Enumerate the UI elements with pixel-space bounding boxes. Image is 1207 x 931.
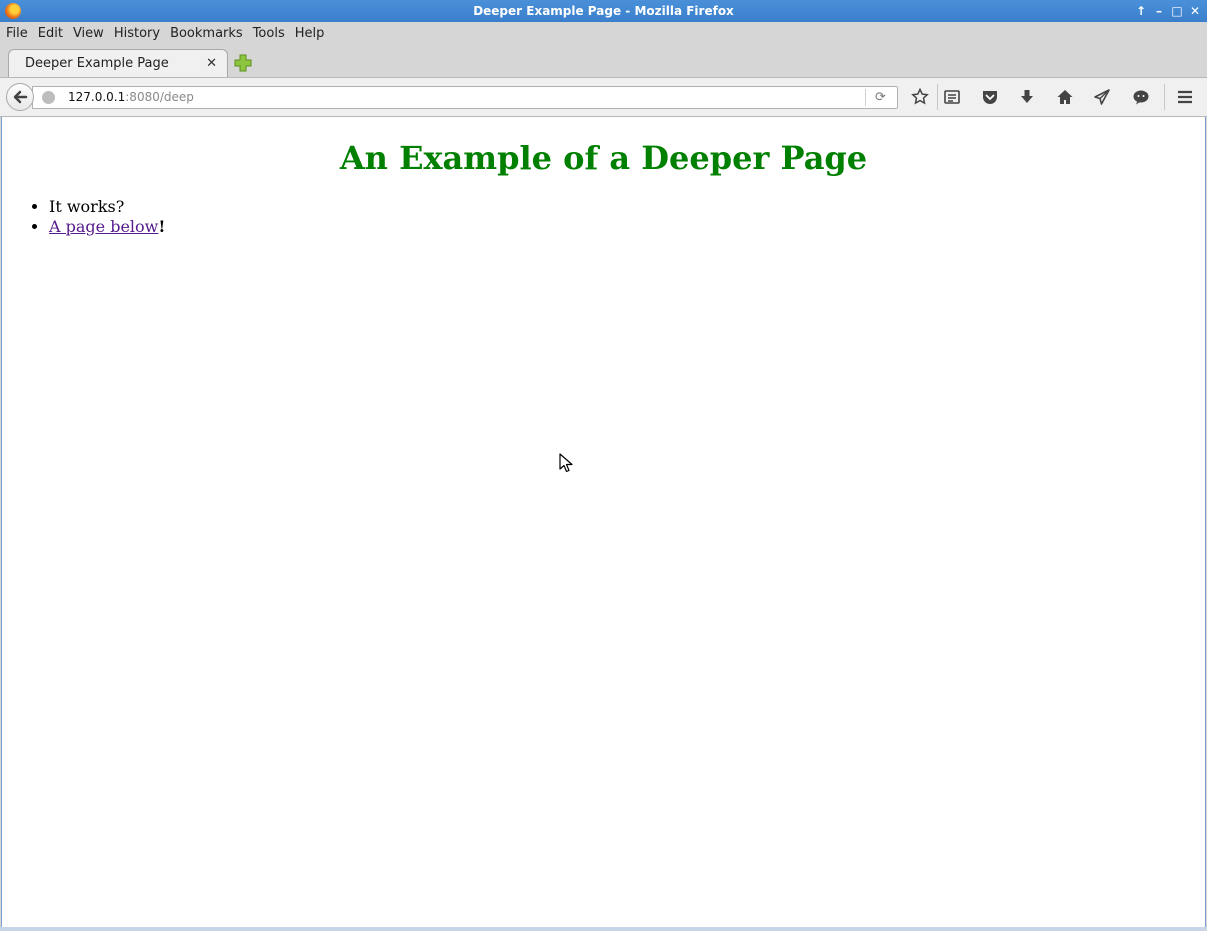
menu-bar: File Edit View History Bookmarks Tools H… <box>0 22 1207 46</box>
toolbar-separator <box>937 84 938 110</box>
window-title: Deeper Example Page - Mozilla Firefox <box>473 4 734 18</box>
list-item: A page below! <box>49 217 165 237</box>
list-item-text: It works? <box>49 197 125 216</box>
minimize-icon[interactable]: – <box>1153 4 1165 18</box>
tab-close-icon[interactable]: ✕ <box>206 50 217 77</box>
chat-icon[interactable] <box>1132 88 1150 106</box>
new-tab-icon[interactable] <box>234 54 252 72</box>
url-separator <box>865 89 866 106</box>
tab-label: Deeper Example Page <box>25 56 169 71</box>
tab-strip: Deeper Example Page ✕ <box>0 46 1207 77</box>
title-bar: Deeper Example Page - Mozilla Firefox ↑ … <box>0 0 1207 22</box>
bullet-list: It works? A page below! <box>2 197 165 237</box>
mouse-cursor-icon <box>559 453 573 473</box>
menu-file[interactable]: File <box>0 22 33 46</box>
navigation-toolbar: 127.0.0.1:8080/deep ⟳ <box>0 77 1207 117</box>
reading-list-icon[interactable] <box>943 88 961 106</box>
url-text[interactable]: 127.0.0.1:8080/deep <box>68 87 194 108</box>
menu-tools[interactable]: Tools <box>248 22 290 46</box>
url-host: 127.0.0.1 <box>68 90 126 104</box>
menu-bookmarks[interactable]: Bookmarks <box>165 22 248 46</box>
hamburger-menu-icon[interactable] <box>1176 88 1194 106</box>
back-button[interactable] <box>6 83 34 111</box>
home-icon[interactable] <box>1056 88 1074 106</box>
site-identity-icon[interactable] <box>42 91 55 104</box>
page-content: An Example of a Deeper Page It works? A … <box>1 117 1206 927</box>
maximize-icon[interactable]: □ <box>1171 4 1183 18</box>
reload-icon[interactable]: ⟳ <box>875 87 886 108</box>
tab-deeper-example-page[interactable]: Deeper Example Page ✕ <box>8 49 228 77</box>
page-heading: An Example of a Deeper Page <box>339 139 868 177</box>
url-path: :8080/deep <box>125 90 194 104</box>
keep-above-icon[interactable]: ↑ <box>1135 4 1147 18</box>
pocket-icon[interactable] <box>981 88 999 106</box>
link-suffix: ! <box>158 217 166 236</box>
back-arrow-icon <box>13 90 28 104</box>
url-bar[interactable]: 127.0.0.1:8080/deep ⟳ <box>32 86 898 109</box>
list-item: It works? <box>49 197 165 217</box>
menu-edit[interactable]: Edit <box>33 22 68 46</box>
bookmark-star-icon[interactable] <box>911 88 929 106</box>
menu-help[interactable]: Help <box>290 22 330 46</box>
send-icon[interactable] <box>1093 88 1111 106</box>
window-controls: ↑ – □ ✕ <box>1135 0 1201 22</box>
menu-history[interactable]: History <box>109 22 165 46</box>
download-icon[interactable] <box>1018 88 1036 106</box>
page-below-link[interactable]: A page below <box>49 217 158 236</box>
window-bottom-border <box>0 927 1207 931</box>
menu-view[interactable]: View <box>68 22 109 46</box>
close-icon[interactable]: ✕ <box>1189 4 1201 18</box>
toolbar-separator <box>1164 84 1165 110</box>
